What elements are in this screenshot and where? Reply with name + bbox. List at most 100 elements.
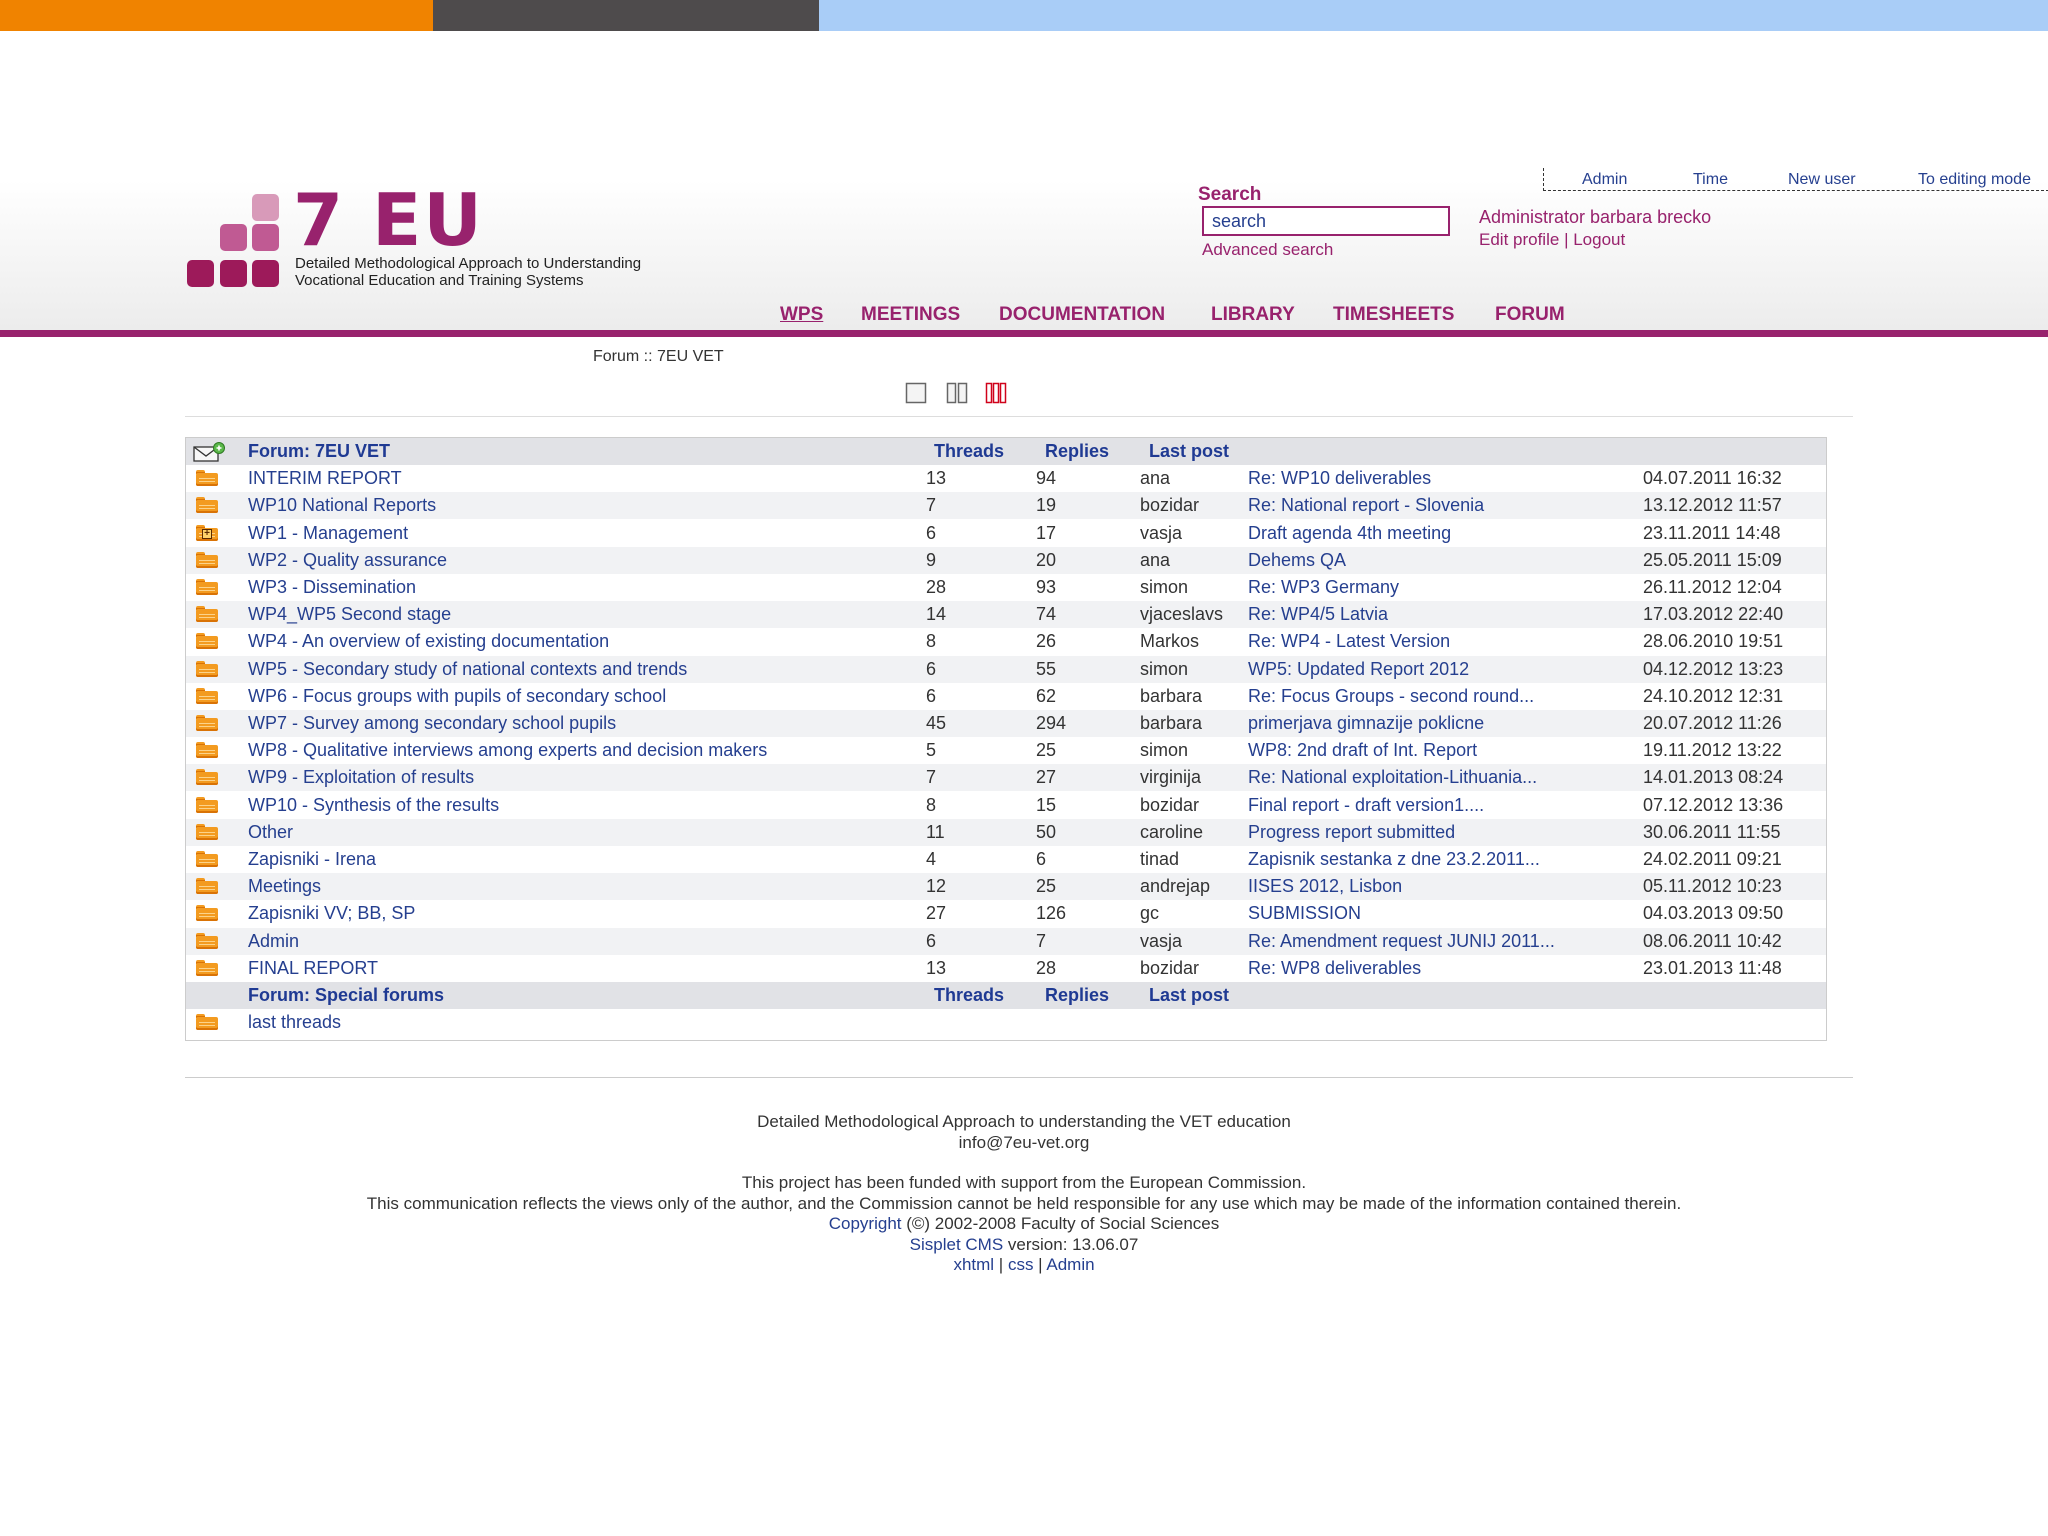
nav-forum[interactable]: FORUM	[1495, 304, 1565, 326]
time-link[interactable]: Time	[1693, 171, 1728, 189]
forum-name-link[interactable]: WP6 - Focus groups with pupils of second…	[248, 683, 666, 710]
last-post-link[interactable]: SUBMISSION	[1248, 900, 1361, 927]
last-post-link[interactable]: Re: National exploitation-Lithuania...	[1248, 764, 1537, 791]
site-logo[interactable]: 7 EU Detailed Methodological Approach to…	[185, 184, 705, 292]
folder-icon[interactable]	[196, 851, 218, 867]
forum-row[interactable]: + WP1 - Management 6 17 vasja Draft agenda 4t…	[186, 519, 1826, 547]
forum-name-link[interactable]: WP10 - Synthesis of the results	[248, 792, 499, 819]
folder-icon[interactable]	[196, 497, 218, 514]
forum-row[interactable]: WP2 - Quality assurance 9 20 ana Dehems QA 25…	[186, 546, 1826, 574]
last-post-column-header[interactable]: Last post	[1149, 982, 1229, 1009]
folder-icon[interactable]	[196, 470, 218, 487]
forum-row[interactable]: WP3 - Dissemination 28 93 simon Re: WP3 Germ…	[186, 574, 1826, 601]
forum-row[interactable]: WP5 - Secondary study of national contex…	[186, 655, 1826, 683]
folder-icon[interactable]	[196, 687, 218, 704]
folder-icon[interactable]	[196, 715, 218, 731]
forum-name-link[interactable]: INTERIM REPORT	[248, 465, 402, 492]
forum-name-link[interactable]: Zapisniki VV; BB, SP	[248, 900, 415, 927]
forum-name-link[interactable]: FINAL REPORT	[248, 955, 378, 982]
special-forums-title[interactable]: Forum: Special forums	[248, 982, 444, 1009]
folder-icon[interactable]	[196, 1014, 218, 1031]
threads-column-header[interactable]: Threads	[934, 982, 1004, 1009]
logout-link[interactable]: Logout	[1573, 230, 1625, 249]
last-post-link[interactable]: Re: WP4 - Latest Version	[1248, 628, 1450, 655]
forum-name-link[interactable]: WP8 - Qualitative interviews among exper…	[248, 737, 767, 764]
forum-name-link[interactable]: WP10 National Reports	[248, 492, 436, 519]
folder-icon[interactable]	[196, 878, 218, 895]
forum-title[interactable]: Forum: 7EU VET	[248, 438, 390, 465]
css-link[interactable]: css	[1008, 1255, 1034, 1274]
last-post-link[interactable]: Draft agenda 4th meeting	[1248, 520, 1451, 547]
three-column-view-icon[interactable]	[985, 382, 1007, 404]
edit-profile-link[interactable]: Edit profile	[1479, 230, 1559, 249]
forum-name-link[interactable]: WP2 - Quality assurance	[248, 547, 447, 574]
copyright-link[interactable]: Copyright	[829, 1214, 902, 1233]
last-post-link[interactable]: WP5: Updated Report 2012	[1248, 656, 1469, 683]
last-post-link[interactable]: IISES 2012, Lisbon	[1248, 873, 1402, 900]
footer-admin-link[interactable]: Admin	[1046, 1255, 1094, 1274]
forum-name-link[interactable]: WP1 - Management	[248, 520, 408, 547]
last-post-link[interactable]: Re: WP4/5 Latvia	[1248, 601, 1388, 628]
forum-name-link[interactable]: Zapisniki - Irena	[248, 846, 376, 873]
last-post-link[interactable]: Re: National report - Slovenia	[1248, 492, 1484, 519]
folder-icon[interactable]	[196, 660, 218, 677]
nav-timesheets[interactable]: TIMESHEETS	[1333, 304, 1454, 326]
folder-icon[interactable]	[196, 932, 218, 949]
replies-column-header[interactable]: Replies	[1045, 982, 1109, 1009]
breadcrumb[interactable]: Forum :: 7EU VET	[593, 348, 724, 366]
forum-row[interactable]: INTERIM REPORT 13 94 ana Re: WP10 deliverabl…	[186, 465, 1826, 493]
footer-email[interactable]: info@7eu-vet.org	[0, 1133, 2048, 1154]
admin-link[interactable]: Admin	[1582, 171, 1627, 189]
forum-row[interactable]: Other 11 50 caroline Progress report submitt…	[186, 818, 1826, 846]
single-column-view-icon[interactable]	[905, 382, 927, 404]
last-post-link[interactable]: Dehems QA	[1248, 547, 1346, 574]
folder-icon[interactable]	[196, 742, 218, 759]
forum-row[interactable]: WP10 National Reports 7 19 bozidar Re: Natio…	[186, 492, 1826, 520]
special-forum-row[interactable]: last threads	[186, 1009, 1826, 1037]
nav-documentation[interactable]: DOCUMENTATION	[999, 304, 1165, 326]
forum-row[interactable]: WP4 - An overview of existing documentat…	[186, 628, 1826, 656]
forum-name-link[interactable]: WP3 - Dissemination	[248, 574, 416, 601]
forum-name-link[interactable]: Other	[248, 819, 293, 846]
editing-mode-link[interactable]: To editing mode	[1918, 171, 2031, 189]
forum-row[interactable]: WP4_WP5 Second stage 14 74 vjaceslavs Re: WP…	[186, 601, 1826, 629]
nav-meetings[interactable]: MEETINGS	[861, 304, 960, 326]
last-post-link[interactable]: Re: WP8 deliverables	[1248, 955, 1421, 982]
forum-row[interactable]: Meetings 12 25 andrejap IISES 2012, Lisbon 05…	[186, 873, 1826, 901]
nav-library[interactable]: LIBRARY	[1211, 304, 1295, 326]
forum-name-link[interactable]: WP7 - Survey among secondary school pupi…	[248, 710, 616, 737]
folder-icon[interactable]	[196, 606, 218, 623]
nav-wps[interactable]: WPS	[780, 304, 823, 326]
last-post-link[interactable]: WP8: 2nd draft of Int. Report	[1248, 737, 1477, 764]
threads-column-header[interactable]: Threads	[934, 438, 1004, 465]
new-user-link[interactable]: New user	[1788, 171, 1856, 189]
forum-row[interactable]: Zapisniki - Irena 4 6 tinad Zapisnik sestank…	[186, 846, 1826, 873]
forum-row[interactable]: WP9 - Exploitation of results 7 27 virginij…	[186, 764, 1826, 792]
folder-icon[interactable]	[196, 823, 218, 840]
cms-link[interactable]: Sisplet CMS	[910, 1235, 1004, 1254]
last-post-link[interactable]: Zapisnik sestanka z dne 23.2.2011...	[1248, 846, 1540, 873]
forum-name-link[interactable]: Meetings	[248, 873, 321, 900]
folder-icon[interactable]	[196, 551, 218, 568]
last-post-link[interactable]: Re: Focus Groups - second round...	[1248, 683, 1534, 710]
folder-icon[interactable]	[196, 769, 218, 786]
folder-icon[interactable]	[196, 633, 218, 650]
folder-icon[interactable]	[196, 959, 218, 976]
last-post-link[interactable]: Re: Amendment request JUNIJ 2011...	[1248, 928, 1555, 955]
advanced-search-link[interactable]: Advanced search	[1202, 240, 1333, 260]
search-input[interactable]	[1202, 206, 1450, 236]
forum-row[interactable]: WP8 - Qualitative interviews among exper…	[186, 737, 1826, 765]
folder-icon[interactable]	[196, 579, 218, 595]
forum-row[interactable]: WP7 - Survey among secondary school pupi…	[186, 710, 1826, 737]
forum-row[interactable]: FINAL REPORT 13 28 bozidar Re: WP8 deliverab…	[186, 954, 1826, 982]
last-post-link[interactable]: Re: WP10 deliverables	[1248, 465, 1431, 492]
last-post-column-header[interactable]: Last post	[1149, 438, 1229, 465]
forum-name-link[interactable]: last threads	[248, 1009, 341, 1036]
xhtml-link[interactable]: xhtml	[953, 1255, 994, 1274]
forum-name-link[interactable]: WP9 - Exploitation of results	[248, 764, 474, 791]
forum-name-link[interactable]: WP5 - Secondary study of national contex…	[248, 656, 687, 683]
last-post-link[interactable]: Re: WP3 Germany	[1248, 574, 1399, 601]
forum-name-link[interactable]: Admin	[248, 928, 299, 955]
two-column-view-icon[interactable]	[946, 382, 968, 404]
new-topic-mail-icon[interactable]	[193, 442, 225, 462]
